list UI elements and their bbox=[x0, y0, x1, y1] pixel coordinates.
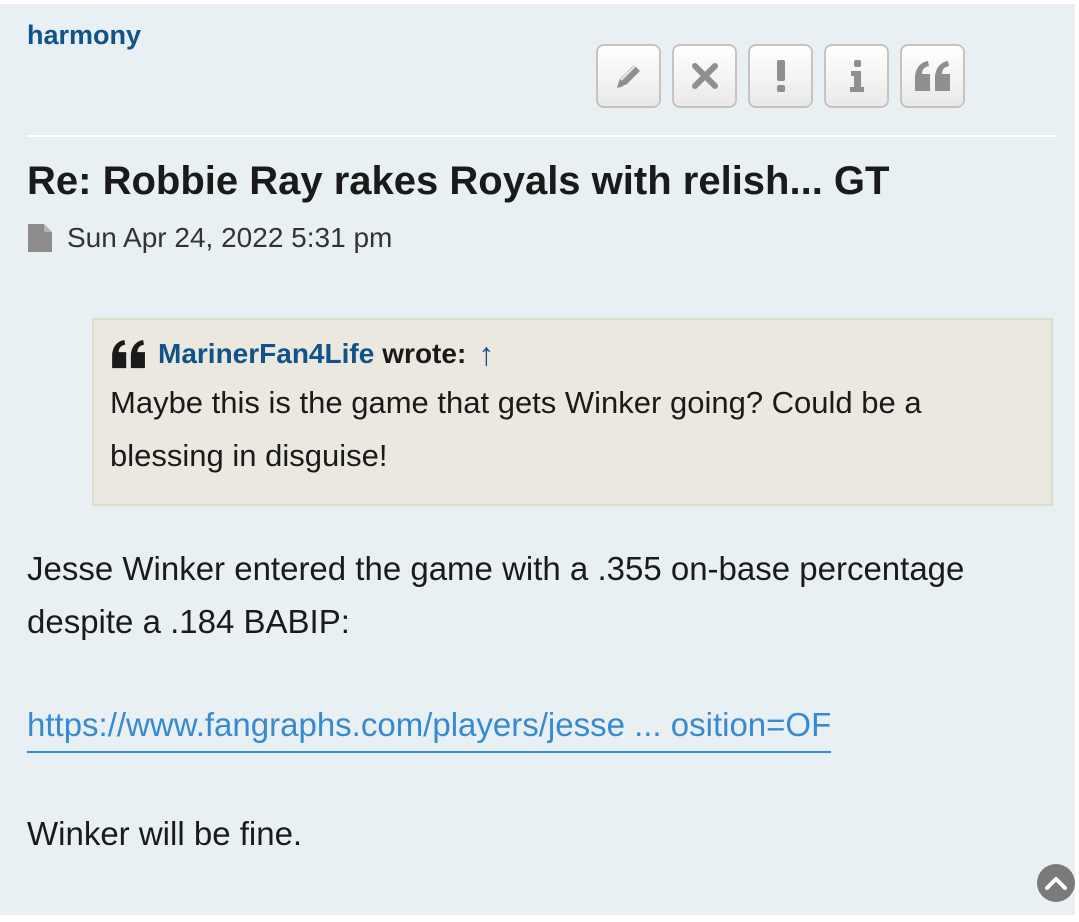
info-icon bbox=[849, 60, 864, 92]
post-author-link[interactable]: harmony bbox=[27, 20, 141, 51]
quote-wrote-label: wrote: bbox=[382, 338, 467, 369]
quote-header: MarinerFan4Life wrote: ↑ bbox=[110, 338, 1035, 370]
post-toolbar bbox=[596, 44, 965, 108]
fangraphs-link[interactable]: https://www.fangraphs.com/players/jesse … bbox=[27, 698, 832, 753]
info-button[interactable] bbox=[824, 44, 889, 108]
chevron-up-icon bbox=[1045, 877, 1067, 890]
pencil-icon bbox=[616, 65, 640, 88]
quote-source-arrow-icon[interactable]: ↑ bbox=[478, 338, 494, 370]
edit-button[interactable] bbox=[596, 44, 661, 108]
file-icon bbox=[28, 224, 52, 252]
post-paragraph: Jesse Winker entered the game with a .35… bbox=[27, 550, 965, 640]
post-title[interactable]: Re: Robbie Ray rakes Royals with relish.… bbox=[27, 159, 889, 204]
quote-icon bbox=[112, 339, 145, 369]
header-divider bbox=[27, 135, 1056, 137]
back-to-top-button[interactable] bbox=[1037, 864, 1075, 902]
quote-icon bbox=[914, 61, 950, 91]
post-date: Sun Apr 24, 2022 5:31 pm bbox=[67, 222, 393, 253]
quote-author-link[interactable]: MarinerFan4Life bbox=[158, 338, 374, 370]
exclamation-icon bbox=[776, 60, 785, 92]
post-closing-line: Winker will be fine. bbox=[27, 815, 303, 852]
quote-block: MarinerFan4Life wrote: ↑ Maybe this is t… bbox=[92, 318, 1053, 506]
delete-button[interactable] bbox=[672, 44, 737, 108]
post-content: Jesse Winker entered the game with a .35… bbox=[27, 542, 1027, 648]
close-icon bbox=[691, 63, 718, 89]
report-button[interactable] bbox=[748, 44, 813, 108]
quote-text: Maybe this is the game that gets Winker … bbox=[110, 385, 922, 473]
quote-button[interactable] bbox=[900, 44, 965, 108]
post-container: harmony Re: Robbie Ray rakes Royals with… bbox=[0, 4, 1075, 915]
post-meta: Sun Apr 24, 2022 5:31 pm bbox=[27, 222, 392, 254]
